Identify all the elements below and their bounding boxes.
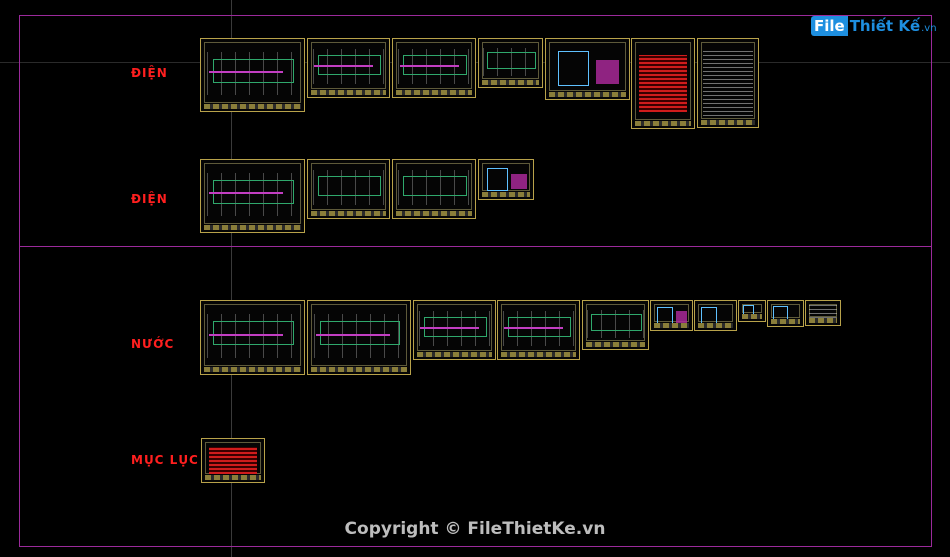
drawing-sheet[interactable]: [392, 159, 476, 219]
drawing-sheet[interactable]: [307, 38, 390, 98]
drawing-sheet[interactable]: [694, 300, 737, 331]
section-label-nuoc: NƯỚC: [131, 337, 175, 351]
drawing-sheet[interactable]: [805, 300, 841, 326]
drawing-sheet[interactable]: [545, 38, 630, 100]
drawing-sheet[interactable]: [200, 300, 305, 375]
drawing-sheet[interactable]: [650, 300, 693, 331]
drawing-sheet[interactable]: [200, 38, 305, 112]
section-label-dien-1: ĐIỆN: [131, 66, 168, 80]
drawing-sheet[interactable]: [631, 38, 695, 129]
drawing-sheet[interactable]: [200, 159, 305, 233]
logo-suffix: .vn: [921, 22, 937, 34]
drawing-sheet[interactable]: [478, 159, 534, 200]
drawing-sheet[interactable]: [738, 300, 766, 322]
drawing-sheet[interactable]: [767, 300, 804, 327]
logo-main: Thiết Kế: [849, 17, 921, 35]
drawing-sheet[interactable]: [697, 38, 759, 128]
drawing-sheet[interactable]: [413, 300, 496, 360]
copyright-watermark: Copyright © FileThietKe.vn: [344, 519, 606, 539]
filethietke-logo: File Thiết Kế .vn: [811, 16, 937, 36]
drawing-sheet[interactable]: [478, 38, 543, 88]
drawing-sheet[interactable]: [392, 38, 476, 98]
cad-drawing-canvas[interactable]: File Thiết Kế .vn ĐIỆN ĐIỆN NƯỚC MỤC LỤC: [0, 0, 950, 557]
drawing-sheet[interactable]: [497, 300, 580, 360]
drawing-sheet[interactable]: [201, 438, 265, 483]
drawing-sheet[interactable]: [582, 300, 649, 350]
drawing-sheet[interactable]: [307, 300, 411, 375]
drawing-sheet[interactable]: [307, 159, 390, 219]
logo-prefix: File: [811, 16, 848, 36]
section-label-muc-luc: MỤC LỤC: [131, 453, 199, 467]
section-divider: [19, 246, 932, 247]
section-label-dien-2: ĐIỆN: [131, 192, 168, 206]
